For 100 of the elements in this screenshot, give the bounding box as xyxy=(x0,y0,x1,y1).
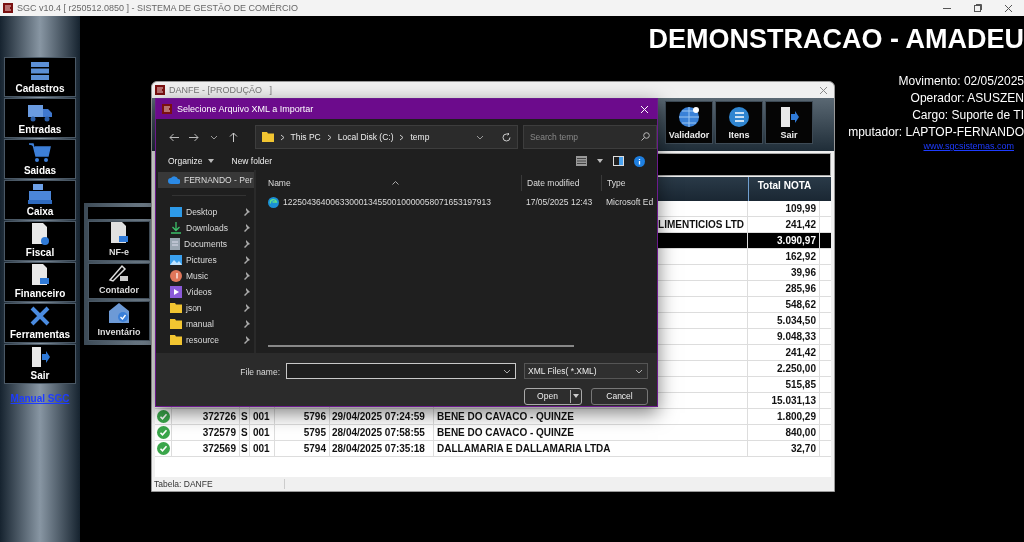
sidebar-item[interactable]: Entradas xyxy=(4,98,76,138)
app-logo-icon xyxy=(155,85,165,95)
table-cell: 840,00 xyxy=(785,427,816,438)
caret-icon[interactable] xyxy=(597,159,603,163)
view-list-icon[interactable] xyxy=(576,156,587,166)
open-button[interactable]: Open xyxy=(524,387,582,405)
table-cell: 39,96 xyxy=(790,267,816,278)
navigation-item[interactable]: Videos xyxy=(158,284,254,300)
chevron-down-icon[interactable] xyxy=(475,134,484,140)
picture-icon xyxy=(170,255,182,265)
browser-file-icon xyxy=(268,196,279,208)
caret-icon xyxy=(207,159,214,163)
table-cell: 372569 xyxy=(202,443,236,454)
signature-icon xyxy=(108,264,130,282)
table-cell: 241,42 xyxy=(785,219,816,230)
minimize-icon[interactable] xyxy=(942,7,951,9)
table-cell: 109,99 xyxy=(785,203,816,214)
check-icon xyxy=(156,426,170,439)
download-icon xyxy=(170,222,182,234)
cloud-icon xyxy=(168,176,180,184)
close-icon[interactable] xyxy=(1004,3,1013,13)
toolbar-button[interactable]: Itens xyxy=(715,101,763,144)
column-header[interactable]: Date modified xyxy=(527,178,580,188)
preview-pane-icon[interactable] xyxy=(613,156,624,166)
navigation-item[interactable]: json xyxy=(158,300,254,316)
breadcrumb-item[interactable]: This PC xyxy=(290,132,321,142)
table-cell: 1.800,29 xyxy=(777,411,816,422)
navigation-item[interactable]: resource xyxy=(158,332,254,348)
navigation-item[interactable]: Downloads xyxy=(158,220,254,236)
file-name: 12250436400633000134550010000058071653197913 xyxy=(283,197,491,207)
file-date: 17/05/2025 12:43 xyxy=(526,197,593,207)
app-logo-icon xyxy=(162,104,172,114)
file-row[interactable]: 12250436400633000134550010000058071653197913 17/05/2025 12:43 Microsoft Ed xyxy=(268,193,657,211)
submenu-item[interactable]: NF-e xyxy=(88,221,150,261)
chevron-right-icon xyxy=(326,133,332,141)
table-row[interactable]: 372579 S 001 5795 28/04/2025 07:58:55 BENE DO CAVACO - QUINZE 840,00 xyxy=(155,425,831,441)
session-info: Movimento: 02/05/2025 xyxy=(898,73,1024,90)
cancel-button[interactable]: Cancel xyxy=(591,387,648,405)
sidebar-item[interactable]: Saidas xyxy=(4,139,76,179)
toolbar-button[interactable]: Validador xyxy=(665,101,713,144)
table-cell: 372726 xyxy=(202,411,236,422)
sidebar-item[interactable]: Sair xyxy=(4,344,76,384)
navigation-item[interactable]: FERNANDO - Per xyxy=(158,172,254,188)
video-icon xyxy=(170,286,182,298)
file-name-field[interactable] xyxy=(286,363,516,379)
sidebar-item[interactable]: Caixa xyxy=(4,180,76,220)
cash-register-icon xyxy=(28,184,52,204)
exit-door-icon xyxy=(30,346,50,368)
command-button[interactable]: New folder xyxy=(231,156,273,166)
submenu-item[interactable]: Contador xyxy=(88,263,150,299)
sidebar-item[interactable]: Ferramentas xyxy=(4,303,76,343)
table-row[interactable]: 372726 S 001 5796 29/04/2025 07:24:59 BENE DO CAVACO - QUINZE 1.800,29 xyxy=(155,409,831,425)
help-icon[interactable] xyxy=(634,155,645,167)
toolbar-button[interactable]: Sair xyxy=(765,101,813,144)
window-title: DANFE - [PRODUÇÃO ] xyxy=(169,85,273,95)
dialog-title: Selecione Arquivo XML a Importar xyxy=(177,104,315,114)
database-icon xyxy=(30,61,50,81)
table-cell: 285,96 xyxy=(785,283,816,294)
file-type-dropdown[interactable]: XML Files( *.XML) xyxy=(524,363,648,379)
search-icon xyxy=(641,132,650,141)
sidebar-item[interactable]: Cadastros xyxy=(4,57,76,97)
chevron-down-icon[interactable] xyxy=(209,134,218,140)
chevron-down-icon[interactable] xyxy=(635,368,643,374)
cart-icon xyxy=(29,143,51,163)
navigation-item[interactable]: Desktop xyxy=(158,204,254,220)
navigation-item[interactable]: Music xyxy=(158,268,254,284)
table-cell: BENE DO CAVACO - QUINZE xyxy=(437,427,574,438)
table-cell: 001 xyxy=(253,427,270,438)
chevron-down-icon[interactable] xyxy=(503,369,511,374)
search-field[interactable]: Search temp xyxy=(522,125,657,149)
address-bar[interactable]: This PC Local Disk (C:) temp xyxy=(254,125,518,149)
column-header[interactable]: Type xyxy=(607,178,626,188)
table-cell: S xyxy=(241,411,248,422)
column-header[interactable]: Name xyxy=(268,178,291,188)
table-cell: 29/04/2025 07:24:59 xyxy=(332,411,425,422)
table-cell: 515,85 xyxy=(785,379,816,390)
navigation-item[interactable]: Documents xyxy=(158,236,254,252)
navigation-item[interactable]: Pictures xyxy=(158,252,254,268)
file-type: Microsoft Ed xyxy=(606,197,654,207)
sidebar-item[interactable]: Fiscal xyxy=(4,221,76,261)
breadcrumb-item[interactable]: Local Disk (C:) xyxy=(337,132,394,142)
desktop-icon xyxy=(170,207,182,217)
document-icon xyxy=(170,238,180,250)
table-cell: 001 xyxy=(253,443,270,454)
table-cell: 9.048,33 xyxy=(777,331,816,342)
back-arrow-icon[interactable] xyxy=(168,132,179,142)
session-info: Operador: ASUSZEN xyxy=(910,90,1024,107)
chevron-right-icon xyxy=(399,133,405,141)
status-bar-text: Tabela: DANFE xyxy=(154,479,285,489)
forward-arrow-icon[interactable] xyxy=(188,132,199,142)
sidebar-item[interactable]: Financeiro xyxy=(4,262,76,302)
restore-icon[interactable] xyxy=(973,4,982,12)
refresh-icon[interactable] xyxy=(501,132,511,142)
command-button[interactable]: Organize xyxy=(168,156,214,166)
breadcrumb-item[interactable]: temp xyxy=(410,132,430,142)
check-icon xyxy=(156,442,170,455)
up-arrow-icon[interactable] xyxy=(229,132,239,142)
table-row[interactable]: 372569 S 001 5794 28/04/2025 07:35:18 DALLAMARIA E DALLAMARIA LTDA 32,70 xyxy=(155,441,831,457)
navigation-item[interactable]: manual xyxy=(158,316,254,332)
submenu-item[interactable]: Inventário xyxy=(88,301,150,341)
